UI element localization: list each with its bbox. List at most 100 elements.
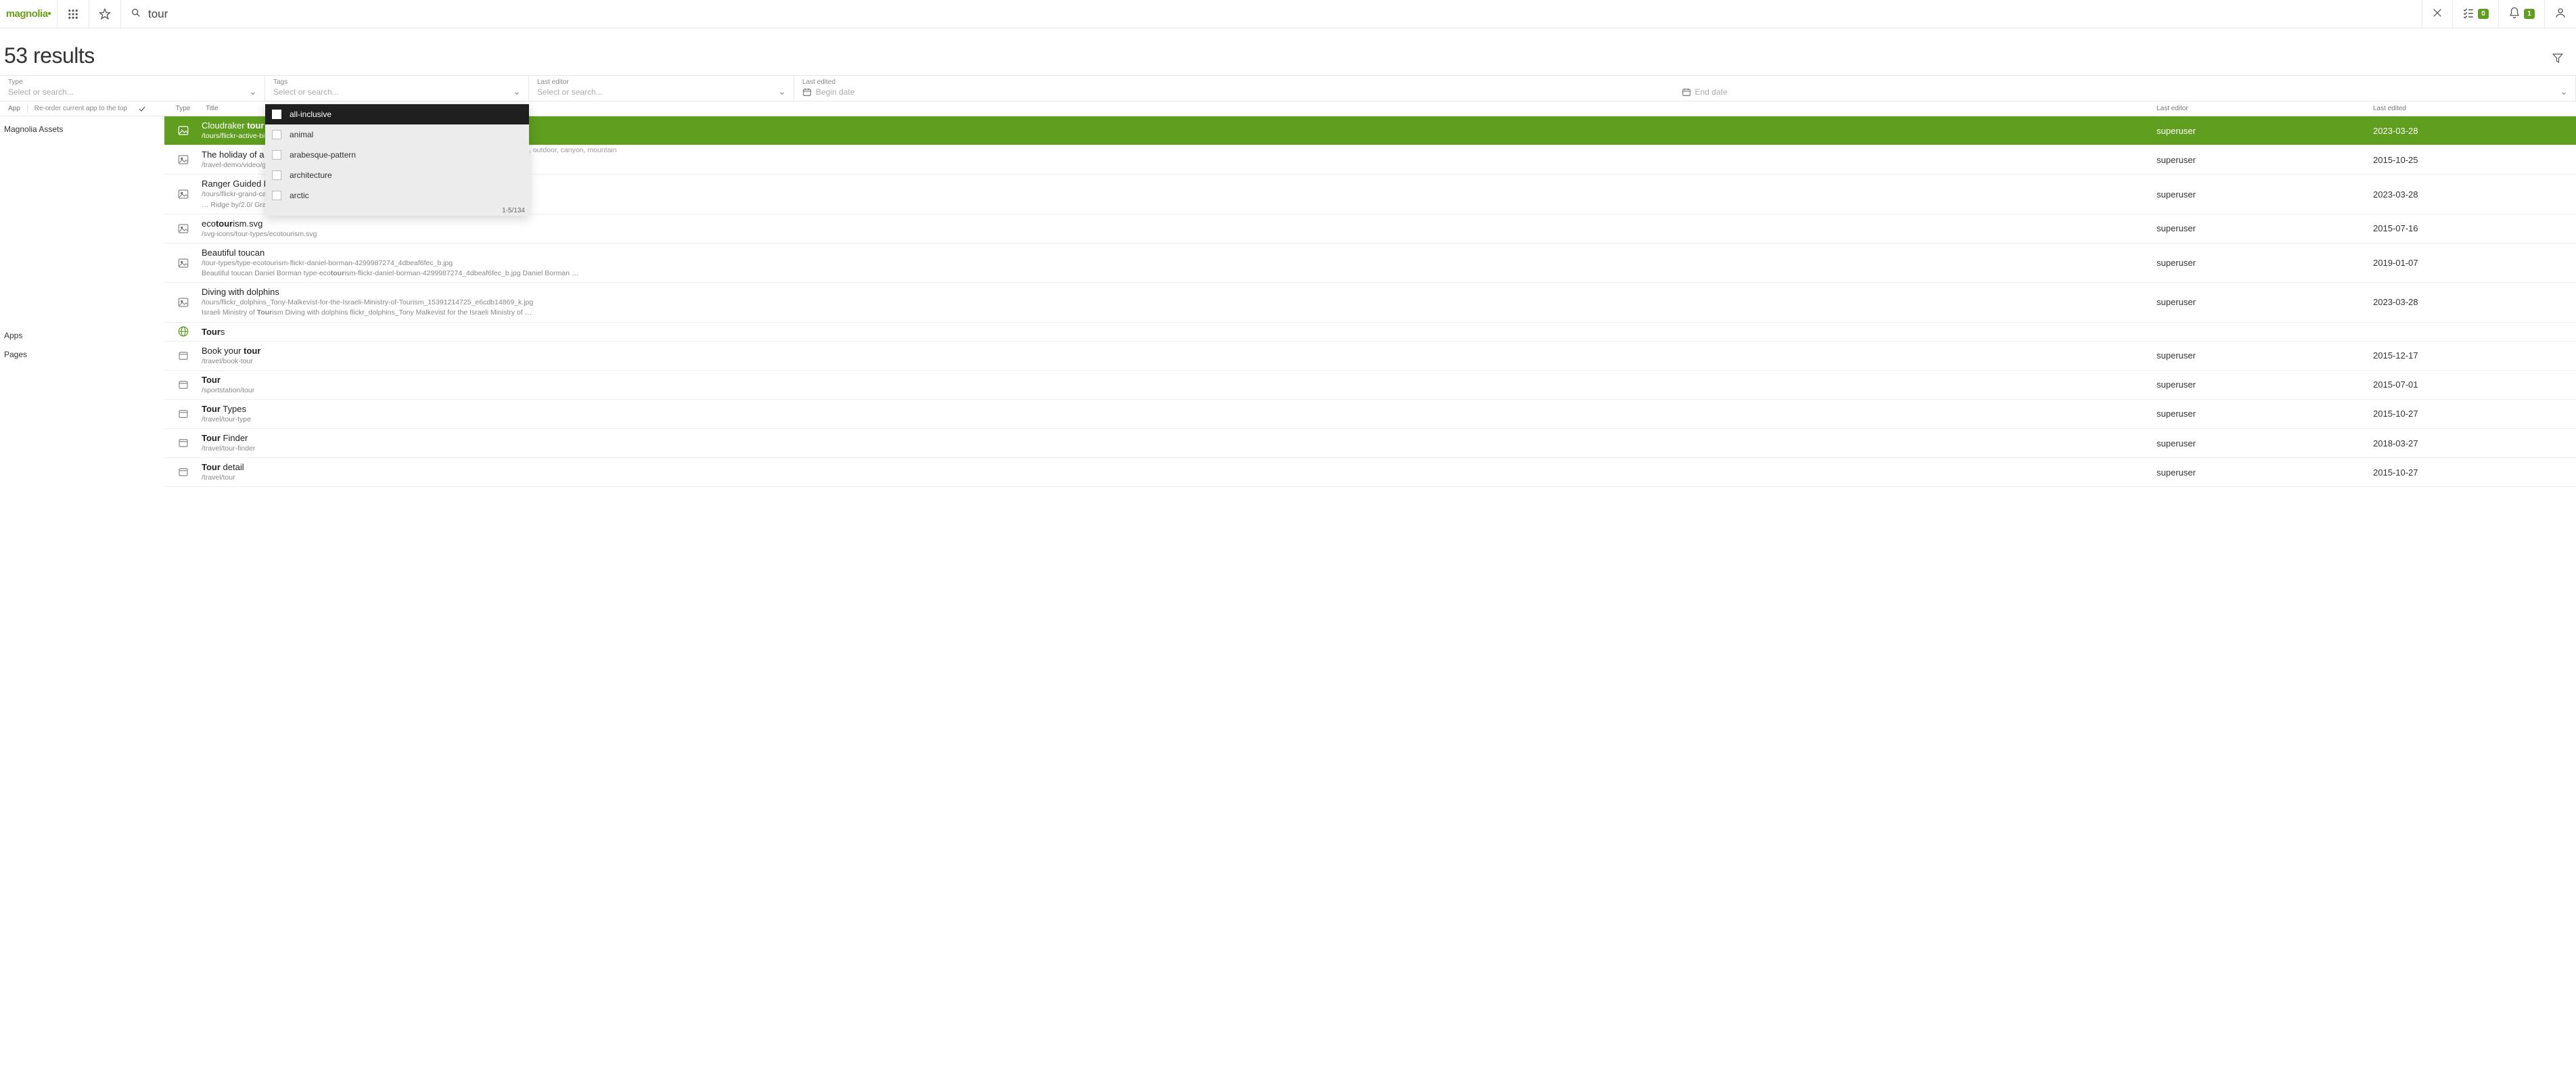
row-title: Tour [202,375,221,385]
tag-option[interactable]: arctic [265,185,529,206]
table-row[interactable]: Beautiful toucan/tour-types/type-ecotour… [0,244,2576,283]
search-input[interactable]: tour [148,7,168,21]
end-date-placeholder: End date [1695,87,2556,97]
top-bar: magnolia• tour 0 [0,0,2576,28]
row-editor: superuser [2157,400,2373,428]
col-editor-label: Last editor [2153,105,2369,112]
logo-dot: • [48,8,51,20]
image-icon [177,296,189,308]
logo[interactable]: magnolia• [0,0,58,28]
row-title: ecotourism.svg [202,218,262,229]
col-app-label: App [4,105,28,112]
calendar-icon [802,87,812,97]
page-icon [177,437,189,449]
group-label: Pages [0,342,164,359]
table-row[interactable]: Tour Finder/travel/tour-finder superuser2… [0,429,2576,458]
group-label [0,214,164,223]
star-icon [99,8,111,20]
group-label [0,429,164,437]
search-cell: tour [121,0,2422,28]
row-excerpt: Israeli Ministry of Tourism Diving with … [202,308,532,317]
filter-tags: Tags [265,76,529,101]
image-icon [177,188,189,200]
group-label: Apps [0,323,164,340]
table-row[interactable]: Diving with dolphins/tours/flickr_dolphi… [0,283,2576,322]
row-edited: 2023-03-28 [2373,175,2576,213]
checkbox-icon [272,150,281,160]
clear-search-button[interactable] [2422,0,2452,28]
group-label [0,244,164,252]
group-label [0,175,164,183]
row-edited: 2019-01-07 [2373,244,2576,282]
check-icon [138,105,146,113]
filter-edited: Last edited Begin date End date [794,76,2576,101]
row-edited: 2015-07-01 [2373,371,2576,399]
table-row[interactable]: Tour/sportstation/toursuperuser2015-07-0… [0,371,2576,400]
apps-grid-button[interactable] [58,0,89,28]
tag-option[interactable]: architecture [265,165,529,185]
table-row[interactable]: Tour Types/travel/tour-typesuperuser2015… [0,400,2576,429]
group-label [0,458,164,466]
row-path: /sportstation/tour [202,386,254,395]
notifications-badge: 1 [2524,9,2535,19]
row-editor [2157,323,2373,341]
filter-tags-input[interactable] [273,87,509,97]
row-edited: 2015-07-16 [2373,214,2576,243]
tag-option-label: architecture [290,170,332,180]
checkbox-icon [272,130,281,139]
checkbox-icon [272,191,281,200]
row-edited: 2015-10-27 [2373,458,2576,486]
begin-date-placeholder: Begin date [816,87,1676,97]
favorites-button[interactable] [89,0,121,28]
tag-option[interactable]: animal [265,124,529,145]
filter-begin-date[interactable]: Begin date [802,87,1676,97]
group-label [0,145,164,154]
row-editor: superuser [2157,283,2373,321]
table-row[interactable]: Tour detail/travel/toursuperuser2015-10-… [0,458,2576,487]
row-path: /travel/tour-type [202,415,251,424]
image-icon [177,124,189,137]
filter-type-input[interactable] [8,87,246,97]
row-path: /svg-icons/tour-types/ecotourism.svg [202,229,317,239]
group-label [0,400,164,408]
user-icon [2554,7,2567,21]
row-path: /travel/book-tour [202,356,253,366]
row-editor: superuser [2157,458,2373,486]
row-editor: superuser [2157,145,2373,174]
table-row[interactable]: Apps Tours [0,323,2576,342]
tag-option[interactable]: all-inclusive [265,104,529,124]
row-editor: superuser [2157,342,2373,370]
reorder-hint[interactable]: Re-order current app to the top [34,105,127,112]
table-row[interactable]: ecotourism.svg/svg-icons/tour-types/ecot… [0,214,2576,244]
filter-end-date[interactable]: End date [1682,87,2556,97]
row-title: Beautiful toucan [202,248,264,258]
filter-type-label: Type [8,78,256,86]
filter-toggle-button[interactable] [2548,48,2568,68]
notifications-button[interactable]: 1 [2498,0,2544,28]
row-title: Tours [202,327,225,337]
row-editor: superuser [2157,116,2373,145]
tags-dropdown[interactable]: all-inclusiveanimalarabesque-pattern arch… [265,104,529,216]
row-title: Book your tour [202,346,260,356]
filter-edited-label: Last edited [802,78,2567,86]
row-editor: superuser [2157,429,2373,457]
tasks-button[interactable]: 0 [2452,0,2498,28]
col-type-label: Type [164,105,202,112]
tag-option[interactable]: arabesque-pattern [265,145,529,165]
row-path: /travel/tour-finder [202,444,255,453]
row-edited: 2015-10-27 [2373,400,2576,428]
row-edited [2373,323,2576,341]
globe-icon [177,325,189,338]
table-row[interactable]: Pages Book your tour/travel/book-tour supe… [0,342,2576,371]
row-editor: superuser [2157,214,2373,243]
filter-editor-input[interactable] [537,87,775,97]
row-edited: 2018-03-27 [2373,429,2576,457]
row-excerpt: Beautiful toucan Daniel Borman type-ecot… [202,269,578,278]
user-menu-button[interactable] [2544,0,2576,28]
row-title: Tour Finder [202,433,248,443]
chevron-down-icon [779,89,785,95]
tags-dropdown-counter: 1-5/134 [265,206,529,216]
row-path: /tours/flickr_dolphins_Tony-Malkevist-fo… [202,298,533,307]
search-icon [131,7,141,20]
tasks-badge: 0 [2478,9,2489,19]
